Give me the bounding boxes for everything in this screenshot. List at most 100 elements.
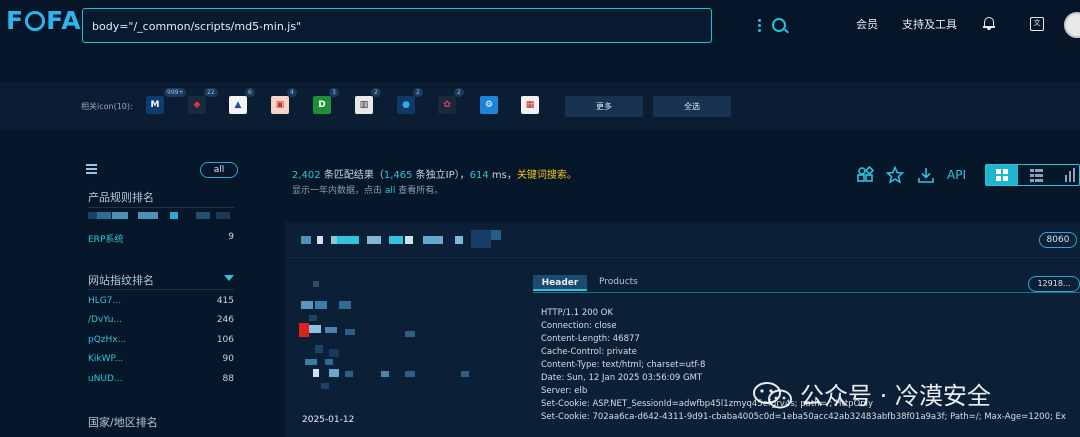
redacted-block [315, 301, 327, 309]
list-view-button[interactable] [1020, 165, 1052, 185]
fingerprint-name[interactable]: HLG7... [88, 296, 121, 306]
related-icon-lips[interactable]: ◆ [188, 96, 206, 114]
keyword-search-link[interactable]: 关键词搜索。 [517, 170, 577, 181]
avatar[interactable] [1064, 12, 1080, 38]
translate-icon[interactable]: 文 [1030, 17, 1044, 31]
icon-count-badge: 4 [287, 88, 297, 97]
icon-count-badge: 22 [204, 88, 218, 97]
redacted-block [491, 230, 501, 240]
bar-chart-icon [1065, 168, 1075, 182]
fingerprint-name[interactable]: /DvYu... [88, 315, 122, 325]
port-badge[interactable]: 8060 [1039, 232, 1077, 248]
note-prefix: 显示一年内数据，点击 [292, 186, 385, 196]
redacted-block [455, 236, 463, 244]
header-line: Set-Cookie: 702aa6ca-d642-4311-9d91-cbab… [541, 412, 1066, 422]
redacted-block [325, 359, 333, 365]
view-toggle[interactable] [985, 164, 1080, 186]
redacted-block [138, 212, 158, 219]
ms-text: ms， [488, 170, 517, 181]
related-icon-building[interactable]: ▥ [355, 96, 373, 114]
tab-products[interactable]: Products [599, 277, 638, 287]
nav-member[interactable]: 会员 [856, 16, 878, 32]
fofa-logo[interactable]: F FA [6, 6, 82, 35]
related-icon-flower[interactable]: ✿ [438, 96, 456, 114]
related-icon-globe[interactable]: ● [397, 96, 415, 114]
star-icon[interactable] [886, 166, 904, 184]
fingerprint-count: 246 [216, 315, 234, 325]
redacted-block [329, 349, 339, 357]
redacted-block [313, 281, 319, 287]
redacted-block [97, 212, 111, 219]
icon-count-badge: 3 [329, 88, 339, 97]
host-info: 2025-01-12 [285, 259, 525, 437]
total-count: 2,402 [292, 170, 321, 181]
funnel-icon[interactable] [224, 275, 234, 281]
fingerprint-row[interactable]: pQzHx... 106 [88, 335, 234, 349]
top-bar: FFA 会员 支持及工具 文 [0, 0, 1080, 50]
related-icon-gear[interactable]: ⚙ [480, 96, 498, 114]
redacted-block [423, 236, 443, 244]
more-button[interactable]: 更多 [565, 96, 643, 117]
search-icon[interactable] [772, 18, 786, 32]
note-all-link[interactable]: all [385, 186, 396, 196]
redacted-block [315, 345, 323, 353]
download-icon[interactable] [917, 166, 935, 184]
redacted-block [405, 236, 413, 244]
redacted-block [405, 371, 415, 377]
redacted-block [301, 236, 311, 244]
redacted-block [339, 301, 351, 309]
fingerprint-name[interactable]: pQzHx... [88, 335, 126, 345]
response-length-pill[interactable]: 12918... [1028, 276, 1080, 292]
nav-support-tools[interactable]: 支持及工具 [902, 16, 957, 32]
icon-count-badge: 2 [371, 88, 381, 97]
product-name[interactable]: ERP系统 [88, 232, 123, 245]
redacted-block [381, 371, 389, 377]
all-filter-pill[interactable]: all [200, 162, 238, 178]
region-ranking-title: 国家/地区排名 [88, 416, 158, 429]
redacted-block [317, 236, 323, 244]
icon-count-badge: 6 [245, 88, 255, 97]
redacted-block [216, 212, 230, 219]
icon-count-badge: 2 [413, 88, 423, 97]
rules-icon[interactable] [856, 166, 874, 184]
results-summary: 2,402 条匹配结果（1,465 条独立IP），614 ms，关键词搜索。 [292, 166, 577, 181]
fingerprint-row[interactable]: HLG7... 415 [88, 296, 234, 310]
related-icon-m[interactable]: M [146, 96, 164, 114]
related-icon-seal[interactable]: ▣ [271, 96, 289, 114]
redacted-block [321, 383, 329, 389]
fingerprint-row[interactable]: uNUD... 88 [88, 374, 234, 388]
related-icons-label: 相关icon(10): [81, 102, 133, 111]
unique-text: 条独立IP）， [412, 170, 470, 181]
search-input[interactable] [92, 17, 652, 35]
search-box[interactable] [82, 8, 786, 43]
product-row[interactable]: ERP系统 9 [88, 232, 234, 246]
redacted-block [196, 212, 210, 219]
api-button[interactable]: API [947, 168, 966, 182]
fingerprint-row[interactable]: /DvYu... 246 [88, 315, 234, 329]
http-header-panel: HTTP/1.1 200 OK Connection: close Conten… [533, 294, 1080, 437]
grid-view-button[interactable] [986, 165, 1018, 185]
redacted-block [345, 329, 355, 335]
grid-view-icon [996, 169, 1008, 181]
related-icon-mountain[interactable]: ▲ [229, 96, 247, 114]
fingerprint-name[interactable]: uNUD... [88, 374, 123, 384]
redacted-block [309, 325, 321, 333]
filter-settings-icon[interactable] [86, 164, 97, 174]
result-card-header: 8060 [285, 222, 1080, 258]
fingerprint-row[interactable]: KikWP... 90 [88, 354, 234, 368]
more-options-icon[interactable] [756, 18, 762, 34]
fingerprint-count: 90 [222, 354, 234, 364]
bell-icon[interactable] [983, 16, 995, 30]
wechat-watermark: 公众号 · 冷漠安全 [800, 382, 991, 410]
redacted-block [305, 359, 317, 365]
select-all-button[interactable]: 全选 [653, 96, 731, 117]
unique-ip-count: 1,465 [383, 170, 413, 181]
redacted-block [112, 212, 128, 219]
stats-view-button[interactable] [1052, 165, 1079, 185]
tab-header[interactable]: Header [533, 275, 587, 291]
fingerprint-name[interactable]: KikWP... [88, 354, 123, 364]
related-icon-red-logo[interactable]: ▦ [521, 96, 539, 114]
header-line: Server: elb [541, 386, 588, 396]
related-icon-d[interactable]: D [313, 96, 331, 114]
note-suffix: 查看所有。 [395, 186, 444, 196]
